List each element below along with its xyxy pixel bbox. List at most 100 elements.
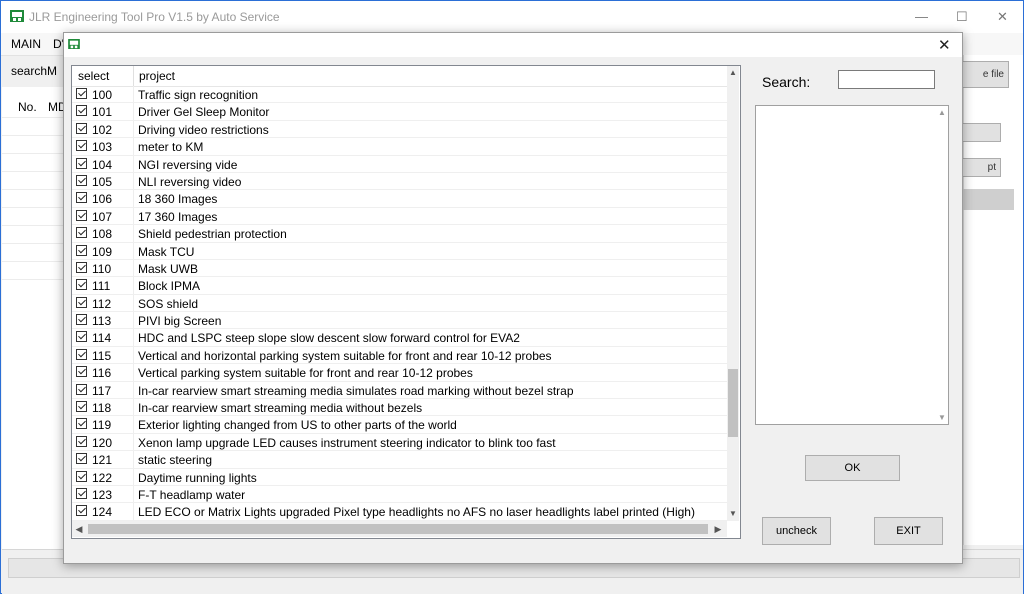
row-checkbox[interactable] [76, 105, 87, 117]
exit-button[interactable]: EXIT [874, 517, 943, 545]
table-row[interactable]: 105 NLI reversing video [72, 172, 728, 191]
row-checkbox[interactable] [76, 314, 87, 326]
table-row[interactable]: 106 18 360 Images [72, 190, 728, 208]
table-row[interactable]: 108 Shield pedestrian protection [72, 225, 728, 243]
table-row[interactable]: 107 17 360 Images [72, 207, 728, 226]
main-window-title: JLR Engineering Tool Pro V1.5 by Auto Se… [29, 10, 280, 24]
table-row[interactable]: 123 F-T headlamp water [72, 485, 728, 504]
feature-select-dialog: ✕ select project 100 Traffic sign recogni… [63, 32, 963, 564]
row-number: 102 [92, 122, 113, 137]
row-checkbox[interactable] [76, 470, 87, 482]
table-row[interactable]: 112 SOS shield [72, 294, 728, 313]
maximize-icon[interactable]: ☐ [956, 9, 968, 25]
table-row[interactable]: 116 Vertical parking system suitable for … [72, 364, 728, 382]
background-button-3[interactable]: pt [961, 158, 1001, 177]
table-row[interactable]: 102 Driving video restrictions [72, 120, 728, 139]
table-row[interactable]: 121 static steering [72, 451, 728, 469]
scroll-left-icon[interactable]: ◀ [72, 521, 86, 537]
row-checkbox[interactable] [76, 261, 87, 273]
row-checkbox[interactable] [76, 435, 87, 447]
row-project-name: Exterior lighting changed from US to oth… [138, 418, 457, 433]
row-checkbox[interactable] [76, 174, 87, 186]
scroll-down-icon[interactable]: ▼ [936, 413, 948, 422]
row-number: 124 [92, 505, 113, 520]
row-checkbox[interactable] [76, 383, 87, 395]
results-scrollbar[interactable]: ▲ ▼ [936, 106, 948, 424]
table-row[interactable]: 124 LED ECO or Matrix Lights upgraded Pix… [72, 503, 728, 521]
row-checkbox[interactable] [76, 157, 87, 169]
column-header-select[interactable]: select [78, 69, 109, 83]
table-row[interactable]: 110 Mask UWB [72, 259, 728, 278]
row-project-name: LED ECO or Matrix Lights upgraded Pixel … [138, 505, 695, 520]
table-row[interactable]: 104 NGI reversing vide [72, 155, 728, 173]
close-icon[interactable]: ✕ [997, 9, 1008, 25]
row-checkbox[interactable] [76, 296, 87, 308]
background-button-2[interactable] [961, 123, 1001, 142]
row-checkbox[interactable] [76, 487, 87, 499]
row-checkbox[interactable] [76, 401, 87, 413]
row-project-name: NGI reversing vide [138, 157, 238, 172]
menu-main[interactable]: MAIN [11, 37, 41, 51]
row-number: 105 [92, 174, 113, 189]
table-row[interactable]: 120 Xenon lamp upgrade LED causes instrum… [72, 433, 728, 452]
vertical-scrollbar[interactable]: ▲ ▼ [727, 66, 739, 521]
row-project-name: Traffic sign recognition [138, 88, 259, 102]
scroll-thumb-horizontal[interactable] [88, 524, 708, 534]
scroll-up-icon[interactable]: ▲ [727, 66, 739, 80]
row-checkbox[interactable] [76, 453, 87, 465]
horizontal-scrollbar[interactable]: ◀ ▶ [72, 521, 727, 537]
table-row[interactable]: 115 Vertical and horizontal parking syste… [72, 346, 728, 365]
ok-button[interactable]: OK [805, 455, 900, 481]
table-row[interactable]: 118 In-car rearview smart streaming media… [72, 399, 728, 417]
scroll-thumb[interactable] [728, 369, 738, 437]
row-number: 110 [92, 261, 112, 276]
scroll-up-icon[interactable]: ▲ [936, 108, 948, 117]
background-file-button[interactable]: e file [961, 61, 1009, 88]
row-checkbox[interactable] [76, 209, 87, 221]
row-number: 122 [92, 470, 113, 485]
row-checkbox[interactable] [76, 122, 87, 134]
table-row[interactable]: 119 Exterior lighting changed from US to … [72, 416, 728, 434]
column-header-project[interactable]: project [139, 69, 175, 83]
row-number: 108 [92, 227, 113, 242]
row-checkbox[interactable] [76, 88, 87, 99]
row-checkbox[interactable] [76, 505, 87, 517]
scroll-down-icon[interactable]: ▼ [727, 507, 739, 521]
row-project-name: Driver Gel Sleep Monitor [138, 105, 270, 120]
table-row[interactable]: 111 Block IPMA [72, 277, 728, 295]
table-row[interactable]: 114 HDC and LSPC steep slope slow descent… [72, 329, 728, 347]
row-number: 119 [92, 418, 112, 433]
row-checkbox[interactable] [76, 192, 87, 204]
search-input[interactable] [838, 70, 935, 89]
uncheck-button[interactable]: uncheck [762, 517, 831, 545]
row-project-name: static steering [138, 453, 213, 468]
table-row[interactable]: 100 Traffic sign recognition [72, 86, 728, 104]
table-row[interactable]: 109 Mask TCU [72, 242, 728, 260]
row-number: 112 [92, 296, 112, 311]
close-icon[interactable]: ✕ [938, 36, 951, 54]
row-checkbox[interactable] [76, 366, 87, 378]
minimize-icon[interactable]: — [915, 9, 928, 24]
search-results-list[interactable]: ▲ ▼ [755, 105, 949, 425]
row-checkbox[interactable] [76, 140, 87, 152]
table-row[interactable]: 101 Driver Gel Sleep Monitor [72, 103, 728, 121]
row-number: 123 [92, 487, 113, 502]
table-row[interactable]: 113 PIVI big Screen [72, 312, 728, 330]
background-search-label: searchM [11, 64, 58, 78]
row-checkbox[interactable] [76, 418, 87, 430]
row-number: 100 [92, 88, 113, 102]
row-checkbox[interactable] [76, 348, 87, 360]
row-number: 116 [92, 366, 112, 381]
row-checkbox[interactable] [76, 227, 87, 239]
scroll-right-icon[interactable]: ▶ [711, 521, 725, 537]
table-row[interactable]: 103 meter to KM [72, 138, 728, 156]
row-project-name: 17 360 Images [138, 209, 218, 224]
row-checkbox[interactable] [76, 279, 87, 291]
row-project-name: Driving video restrictions [138, 122, 269, 137]
table-row[interactable]: 122 Daytime running lights [72, 468, 728, 486]
row-checkbox[interactable] [76, 244, 87, 256]
row-checkbox[interactable] [76, 331, 87, 343]
table-row[interactable]: 117 In-car rearview smart streaming media… [72, 381, 728, 400]
row-project-name: SOS shield [138, 296, 199, 311]
row-number: 115 [92, 348, 112, 363]
